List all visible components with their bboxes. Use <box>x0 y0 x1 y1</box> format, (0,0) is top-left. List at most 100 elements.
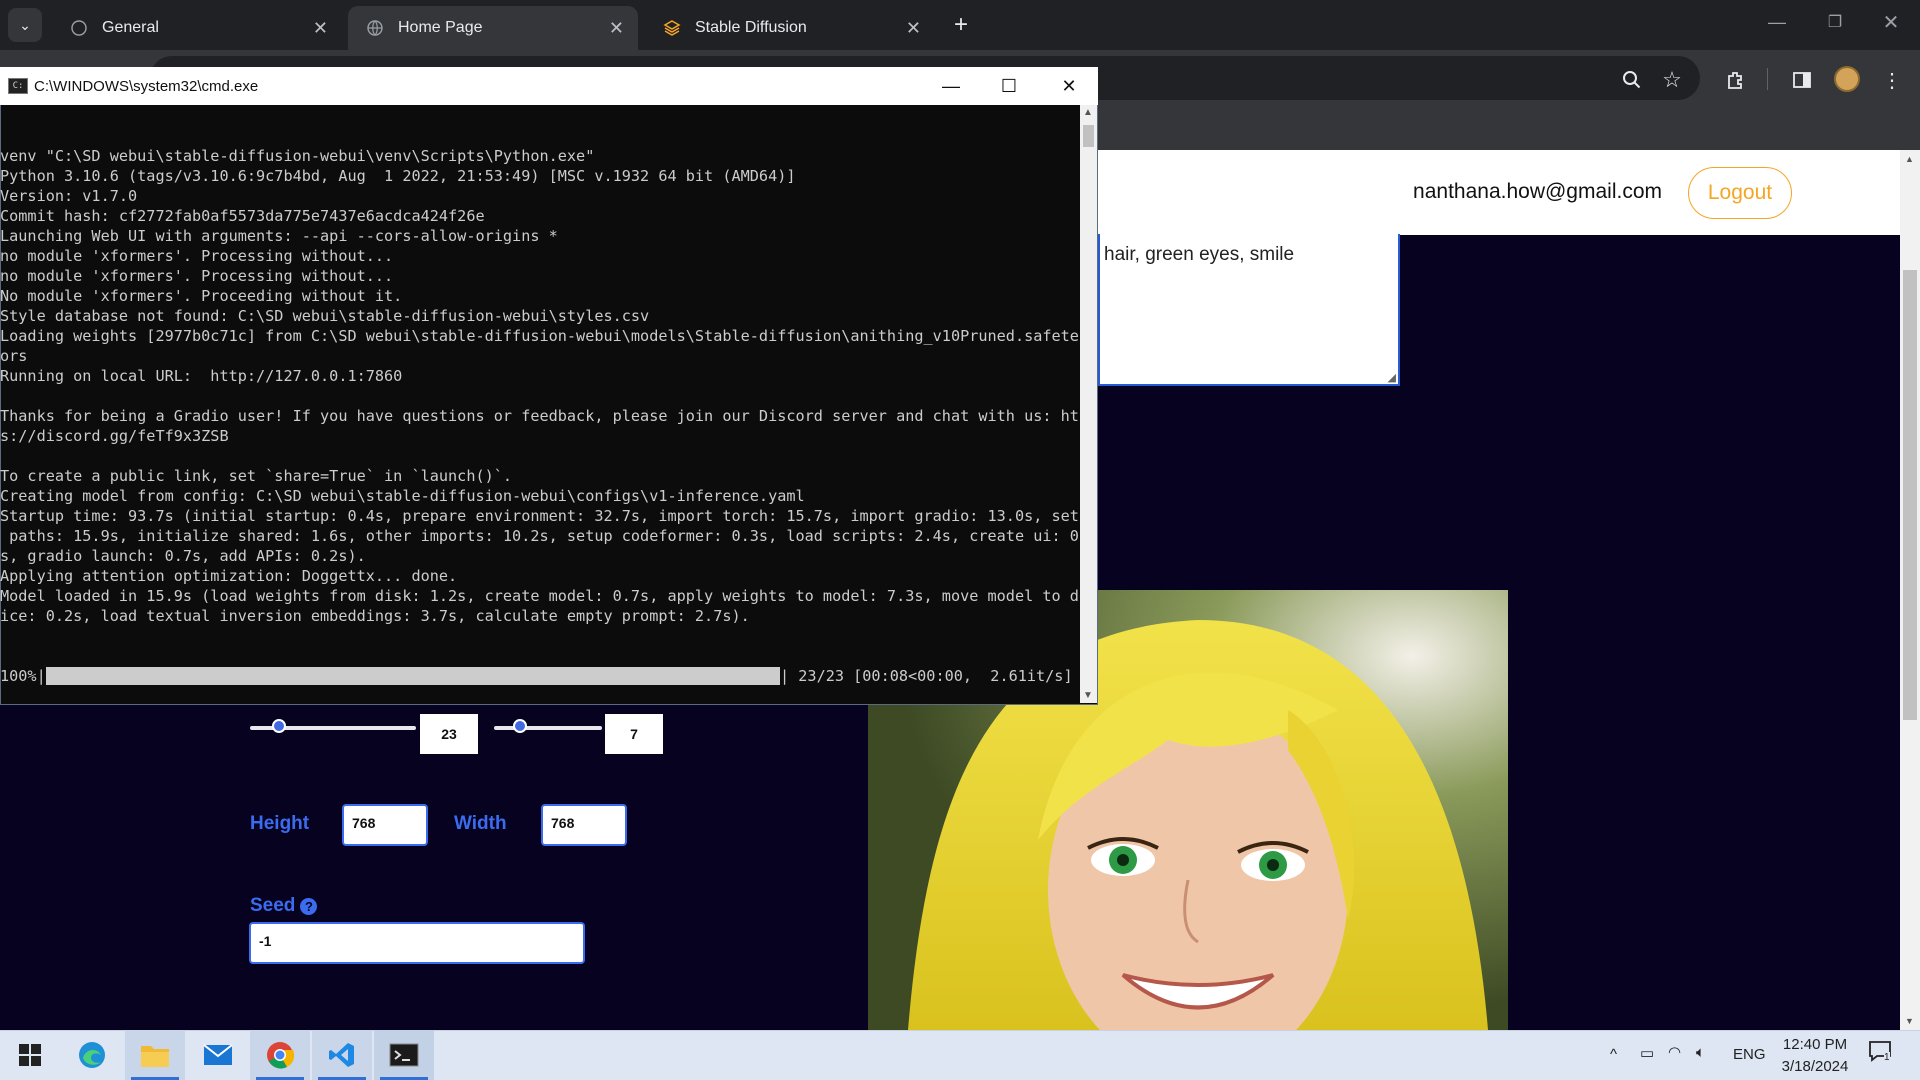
chevron-down-icon: ⌄ <box>19 16 31 33</box>
cmd-line: s://discord.gg/feTf9x3ZSB <box>0 427 229 445</box>
cmd-line: paths: 15.9s, initialize shared: 1.6s, o… <box>0 527 1080 545</box>
windows-logo-icon <box>19 1044 41 1066</box>
progress-prefix: 100%| <box>0 667 46 685</box>
restore-icon[interactable]: ❐ <box>1820 12 1850 38</box>
tab-home-page[interactable]: Home Page ✕ <box>348 6 638 50</box>
scroll-up-icon[interactable]: ▲ <box>1905 154 1914 164</box>
steps-value-box[interactable]: 23 <box>420 714 478 754</box>
file-explorer-taskbar-icon[interactable] <box>125 1030 185 1080</box>
cmd-title-bar[interactable]: C: C:\WINDOWS\system32\cmd.exe — ☐ ✕ <box>0 67 1098 105</box>
show-hidden-icons-icon[interactable]: ^ <box>1610 1046 1617 1063</box>
new-tab-button[interactable]: + <box>946 10 976 40</box>
clock-date: 3/18/2024 <box>1781 1058 1849 1075</box>
tab-label: General <box>102 19 159 36</box>
cmd-line: Version: v1.7.0 <box>0 187 138 205</box>
height-label: Height <box>250 813 310 834</box>
scroll-down-icon[interactable]: ▼ <box>1905 1016 1914 1026</box>
close-window-icon[interactable]: ✕ <box>1876 10 1906 36</box>
language-indicator[interactable]: ENG <box>1733 1046 1766 1063</box>
cmd-line: Startup time: 93.7s (initial startup: 0.… <box>0 507 1080 525</box>
profile-avatar[interactable] <box>1834 66 1860 92</box>
minimize-icon[interactable]: — <box>1762 12 1792 38</box>
cmd-line: ors <box>0 347 28 365</box>
close-icon[interactable]: ✕ <box>313 18 328 39</box>
start-button[interactable] <box>0 1030 60 1080</box>
tab-stable-diffusion[interactable]: Stable Diffusion ✕ <box>645 6 935 50</box>
chrome-taskbar-icon[interactable] <box>250 1030 310 1080</box>
progress-bar-fill <box>45 667 780 685</box>
cmd-line: ice: 0.2s, load textual inversion embedd… <box>0 607 750 625</box>
cmd-line: venv "C:\SD webui\stable-diffusion-webui… <box>0 147 595 165</box>
mail-taskbar-icon[interactable] <box>188 1030 248 1080</box>
cfg-slider[interactable] <box>494 718 602 738</box>
terminal-icon: C: <box>8 78 28 94</box>
close-icon[interactable]: ✕ <box>609 18 624 39</box>
toolbar-divider <box>1767 68 1768 90</box>
help-icon[interactable]: ? <box>300 897 318 915</box>
star-icon[interactable]: ☆ <box>1654 62 1690 98</box>
logout-button[interactable]: Logout <box>1688 167 1792 219</box>
scroll-up-icon[interactable]: ▲ <box>1083 107 1093 118</box>
globe-icon <box>70 19 88 37</box>
edge-taskbar-icon[interactable] <box>62 1030 122 1080</box>
cmd-minimize-icon[interactable]: — <box>922 67 980 105</box>
volume-icon[interactable]: 🔈︎ <box>1696 1044 1705 1061</box>
extensions-icon[interactable] <box>1718 62 1754 98</box>
cmd-line <box>0 446 1080 466</box>
cmd-line: s, gradio launch: 0.7s, add APIs: 0.2s). <box>0 547 366 565</box>
cmd-line: Thanks for being a Gradio user! If you h… <box>0 407 1080 425</box>
cfg-value-box[interactable]: 7 <box>605 714 663 754</box>
tab-label: Stable Diffusion <box>695 19 807 36</box>
prompt-textarea[interactable]: hair, green eyes, smile ◢ <box>1098 234 1400 386</box>
vscode-taskbar-icon[interactable] <box>312 1030 372 1080</box>
seed-input[interactable]: -1 <box>249 922 585 964</box>
seed-label-text: Seed <box>250 895 296 916</box>
cmd-progress-lines: 100%|| 23/23 [00:08<00:00, 2.61it/s]Tota… <box>0 666 1080 686</box>
cmd-line: Applying attention optimization: Doggett… <box>0 567 458 585</box>
steps-slider-knob[interactable] <box>271 719 286 733</box>
height-input[interactable]: 768 <box>342 804 428 846</box>
stack-logo-icon <box>663 19 681 37</box>
page-scrollbar[interactable]: ▲ ▼ <box>1900 150 1920 1030</box>
steps-slider[interactable] <box>250 718 416 738</box>
tab-search-button[interactable]: ⌄ <box>8 8 42 42</box>
side-panel-icon[interactable] <box>1784 62 1820 98</box>
cmd-line: Model loaded in 15.9s (load weights from… <box>0 587 1080 605</box>
more-menu-icon[interactable]: ⋮ <box>1874 62 1910 98</box>
tab-label: Home Page <box>398 19 483 36</box>
cmd-line: Loading weights [2977b0c71c] from C:\SD … <box>0 327 1080 345</box>
notification-center-icon[interactable]: 1 <box>1868 1040 1898 1066</box>
cmd-taskbar-icon[interactable] <box>374 1030 434 1080</box>
scroll-down-icon[interactable]: ▼ <box>1083 690 1093 701</box>
tab-general[interactable]: General ✕ <box>52 6 342 50</box>
cmd-line: To create a public link, set `share=True… <box>0 467 513 485</box>
cmd-scroll-thumb[interactable] <box>1083 125 1094 147</box>
cmd-scrollbar[interactable]: ▲ ▼ <box>1080 105 1097 703</box>
cmd-maximize-icon[interactable]: ☐ <box>980 67 1038 105</box>
page-scroll-thumb[interactable] <box>1903 270 1917 720</box>
clock[interactable]: 12:40 PM 3/18/2024 <box>1780 1034 1850 1078</box>
cmd-line: Launching Web UI with arguments: --api -… <box>0 227 558 245</box>
cmd-line: No module 'xformers'. Proceeding without… <box>0 287 403 305</box>
cmd-line: no module 'xformers'. Processing without… <box>0 247 394 265</box>
cmd-title-text: C:\WINDOWS\system32\cmd.exe <box>34 77 259 95</box>
notification-count: 1 <box>1884 1052 1890 1063</box>
zoom-icon[interactable] <box>1614 62 1650 98</box>
cmd-line: no module 'xformers'. Processing without… <box>0 267 394 285</box>
resize-handle-icon[interactable]: ◢ <box>1388 371 1396 384</box>
cfg-slider-knob[interactable] <box>513 719 527 733</box>
battery-icon[interactable]: ▭ <box>1640 1044 1654 1062</box>
cmd-line <box>0 386 1080 406</box>
width-label: Width <box>454 813 507 834</box>
prompt-text: hair, green eyes, smile <box>1104 244 1295 265</box>
clock-time: 12:40 PM <box>1782 1036 1848 1053</box>
globe-icon <box>366 19 384 37</box>
cmd-output[interactable]: venv "C:\SD webui\stable-diffusion-webui… <box>0 106 1080 686</box>
cmd-close-icon[interactable]: ✕ <box>1040 67 1098 105</box>
cmd-line: Python 3.10.6 (tags/v3.10.6:9c7b4bd, Aug… <box>0 167 796 185</box>
close-icon[interactable]: ✕ <box>906 18 921 39</box>
wifi-icon[interactable]: ◠ <box>1668 1043 1681 1061</box>
width-input[interactable]: 768 <box>541 804 627 846</box>
cfg-slider-track <box>494 726 602 730</box>
cmd-line: Creating model from config: C:\SD webui\… <box>0 487 805 505</box>
